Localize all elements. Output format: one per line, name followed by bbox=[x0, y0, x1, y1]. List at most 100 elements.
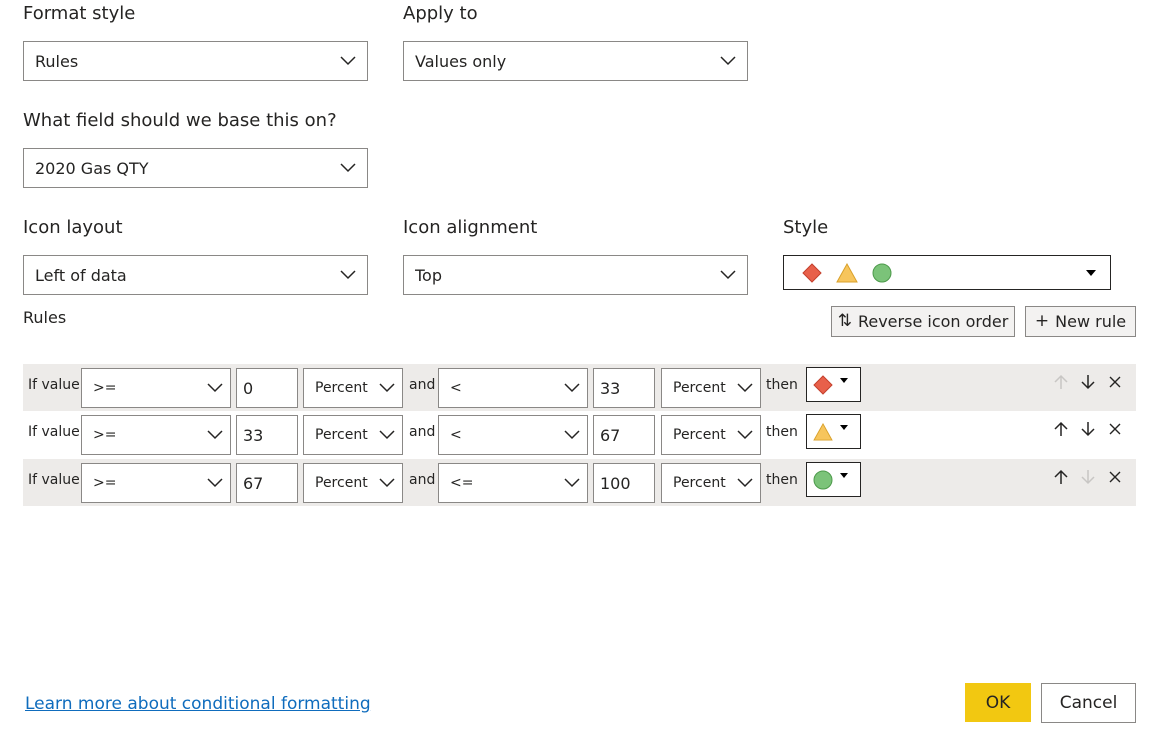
unit1-value: Percent bbox=[315, 427, 368, 443]
red-diamond-icon bbox=[802, 262, 822, 283]
operator2-value: <= bbox=[450, 475, 474, 491]
operator2-dropdown[interactable]: < bbox=[438, 415, 588, 455]
chevron-down-icon bbox=[734, 377, 756, 399]
move-down-icon[interactable] bbox=[1079, 468, 1097, 486]
if-value-text: If value bbox=[28, 377, 80, 393]
unit1-value: Percent bbox=[315, 475, 368, 491]
unit2-value: Percent bbox=[673, 475, 726, 491]
icon-alignment-label: Icon alignment bbox=[403, 217, 538, 238]
operator2-dropdown[interactable]: <= bbox=[438, 463, 588, 503]
yellow-triangle-icon bbox=[813, 422, 833, 441]
rule-row: If value >= 67 Percent and <= 100 Percen… bbox=[23, 459, 1136, 506]
icon-picker[interactable] bbox=[806, 414, 861, 449]
icon-layout-dropdown[interactable]: Left of data bbox=[23, 255, 368, 295]
operator1-dropdown[interactable]: >= bbox=[81, 415, 231, 455]
chevron-down-icon bbox=[717, 264, 739, 286]
unit1-dropdown[interactable]: Percent bbox=[303, 368, 403, 408]
value1-input[interactable]: 67 bbox=[236, 463, 298, 503]
base-field-value: 2020 Gas QTY bbox=[35, 158, 149, 178]
operator1-value: >= bbox=[93, 380, 117, 396]
operator2-value: < bbox=[450, 427, 462, 443]
operator2-dropdown[interactable]: < bbox=[438, 368, 588, 408]
value1-input[interactable]: 33 bbox=[236, 415, 298, 455]
value1-input[interactable]: 0 bbox=[236, 368, 298, 408]
chevron-down-icon bbox=[734, 424, 756, 446]
new-rule-button[interactable]: + New rule bbox=[1025, 306, 1136, 337]
style-dropdown[interactable] bbox=[783, 255, 1111, 290]
if-value-text: If value bbox=[28, 424, 80, 440]
style-label: Style bbox=[783, 217, 829, 238]
green-circle-icon bbox=[872, 263, 892, 282]
unit2-dropdown[interactable]: Percent bbox=[661, 415, 761, 455]
chevron-down-icon bbox=[337, 50, 359, 72]
then-text: then bbox=[766, 472, 798, 488]
then-text: then bbox=[766, 424, 798, 440]
unit1-dropdown[interactable]: Percent bbox=[303, 415, 403, 455]
move-up-icon[interactable] bbox=[1052, 468, 1070, 486]
operator1-value: >= bbox=[93, 475, 117, 491]
format-style-value: Rules bbox=[35, 51, 79, 71]
chevron-down-icon bbox=[376, 472, 398, 494]
caret-down-icon bbox=[840, 473, 848, 478]
caret-down-icon bbox=[840, 425, 848, 430]
icon-layout-value: Left of data bbox=[35, 265, 127, 285]
reverse-icon-order-label: Reverse icon order bbox=[857, 312, 1009, 331]
chevron-down-icon bbox=[561, 424, 583, 446]
and-text: and bbox=[409, 377, 436, 393]
unit2-dropdown[interactable]: Percent bbox=[661, 368, 761, 408]
and-text: and bbox=[409, 424, 436, 440]
base-field-dropdown[interactable]: 2020 Gas QTY bbox=[23, 148, 368, 188]
operator1-dropdown[interactable]: >= bbox=[81, 368, 231, 408]
move-down-icon[interactable] bbox=[1079, 420, 1097, 438]
rules-label: Rules bbox=[23, 308, 67, 327]
chevron-down-icon bbox=[337, 157, 359, 179]
operator2-value: < bbox=[450, 380, 462, 396]
chevron-down-icon bbox=[204, 424, 226, 446]
format-style-label: Format style bbox=[23, 3, 136, 24]
new-rule-label: New rule bbox=[1055, 312, 1127, 331]
base-field-label: What field should we base this on? bbox=[23, 110, 337, 131]
icon-picker[interactable] bbox=[806, 462, 861, 497]
move-down-icon[interactable] bbox=[1079, 373, 1097, 391]
delete-icon[interactable] bbox=[1106, 468, 1124, 486]
delete-icon[interactable] bbox=[1106, 420, 1124, 438]
icon-alignment-value: Top bbox=[415, 265, 442, 285]
swap-vertical-icon: ⇅ bbox=[837, 311, 852, 331]
chevron-down-icon bbox=[376, 424, 398, 446]
caret-down-icon bbox=[1086, 269, 1096, 276]
red-diamond-icon bbox=[813, 374, 833, 395]
chevron-down-icon bbox=[734, 472, 756, 494]
unit2-dropdown[interactable]: Percent bbox=[661, 463, 761, 503]
green-circle-icon bbox=[813, 470, 833, 489]
unit2-value: Percent bbox=[673, 427, 726, 443]
move-up-icon[interactable] bbox=[1052, 373, 1070, 391]
format-style-dropdown[interactable]: Rules bbox=[23, 41, 368, 81]
chevron-down-icon bbox=[561, 377, 583, 399]
chevron-down-icon bbox=[337, 264, 359, 286]
rule-row: If value >= 0 Percent and < 33 Percent t… bbox=[23, 364, 1136, 411]
icon-layout-label: Icon layout bbox=[23, 217, 123, 238]
apply-to-value: Values only bbox=[415, 51, 507, 71]
reverse-icon-order-button[interactable]: ⇅ Reverse icon order bbox=[831, 306, 1015, 337]
value2-input[interactable]: 67 bbox=[593, 415, 655, 455]
learn-more-link[interactable]: Learn more about conditional formatting bbox=[25, 694, 371, 714]
rule-row: If value >= 33 Percent and < 67 Percent … bbox=[23, 411, 1136, 458]
chevron-down-icon bbox=[561, 472, 583, 494]
move-up-icon[interactable] bbox=[1052, 420, 1070, 438]
unit1-dropdown[interactable]: Percent bbox=[303, 463, 403, 503]
if-value-text: If value bbox=[28, 472, 80, 488]
chevron-down-icon bbox=[717, 50, 739, 72]
icon-alignment-dropdown[interactable]: Top bbox=[403, 255, 748, 295]
caret-down-icon bbox=[840, 378, 848, 383]
value2-input[interactable]: 100 bbox=[593, 463, 655, 503]
cancel-button[interactable]: Cancel bbox=[1041, 683, 1136, 723]
chevron-down-icon bbox=[376, 377, 398, 399]
apply-to-dropdown[interactable]: Values only bbox=[403, 41, 748, 81]
apply-to-label: Apply to bbox=[403, 3, 478, 24]
ok-button[interactable]: OK bbox=[965, 683, 1031, 722]
chevron-down-icon bbox=[204, 472, 226, 494]
operator1-dropdown[interactable]: >= bbox=[81, 463, 231, 503]
value2-input[interactable]: 33 bbox=[593, 368, 655, 408]
delete-icon[interactable] bbox=[1106, 373, 1124, 391]
icon-picker[interactable] bbox=[806, 367, 861, 402]
